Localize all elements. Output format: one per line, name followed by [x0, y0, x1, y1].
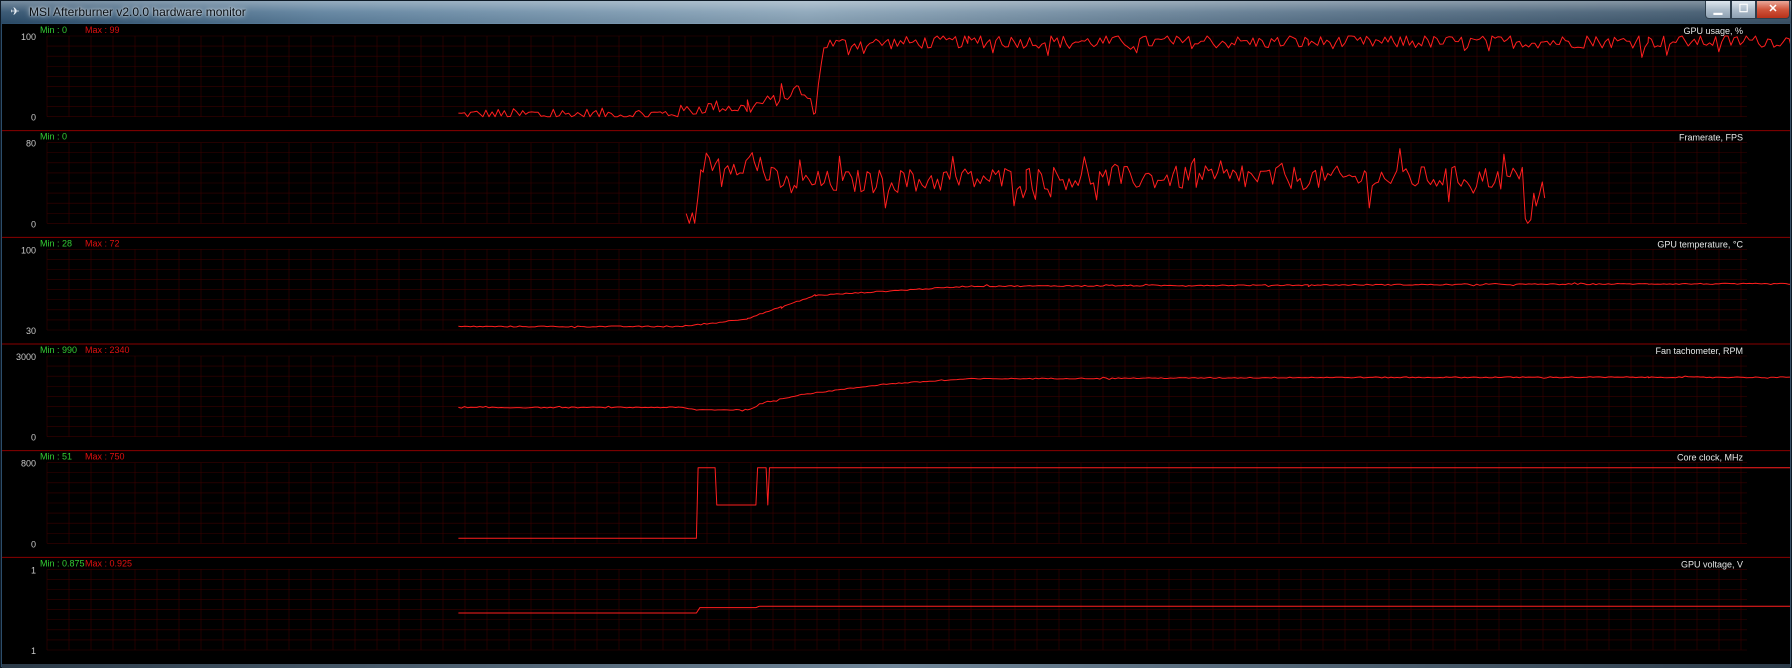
graph-5-max-label: Max : 0.925: [85, 558, 132, 568]
graph-1-y-max-tick: 80: [26, 139, 36, 149]
graph-1-y-min-tick: 0: [31, 219, 36, 229]
graph-3-min-label: Min : 990: [40, 345, 77, 355]
graph-4-y-min-tick: 0: [31, 539, 36, 549]
title-bar[interactable]: ✈ MSI Afterburner v2.0.0 hardware monito…: [1, 1, 1791, 23]
afterburner-window: ✈ MSI Afterburner v2.0.0 hardware monito…: [0, 0, 1792, 668]
graph-5-y-max-tick: 1: [31, 565, 36, 575]
graph-0-max-label: Max : 99: [85, 25, 120, 35]
graph-5-y-min-tick: 1: [31, 646, 36, 656]
close-icon: ✕: [1768, 3, 1778, 15]
graph-1-title: Framerate, FPS: [1679, 133, 1743, 143]
graph-0-title: GPU usage, %: [1683, 26, 1743, 36]
graph-3-y-max-tick: 3000: [16, 352, 36, 362]
graph-5-min-label: Min : 0.875: [40, 558, 85, 568]
graph-4-y-max-tick: 800: [21, 459, 36, 469]
window-title: MSI Afterburner v2.0.0 hardware monitor: [29, 5, 246, 19]
graph-2-min-label: Min : 28: [40, 238, 72, 248]
hardware-monitor-panel[interactable]: Min : 0Max : 991000GPU usage, %0Min : 08…: [2, 24, 1790, 664]
graph-0-y-min-tick: 0: [31, 113, 36, 123]
minimize-button[interactable]: ▁: [1705, 1, 1731, 19]
graph-4-title: Core clock, MHz: [1677, 453, 1744, 463]
maximize-icon: ☐: [1738, 3, 1749, 15]
afterburner-app-icon: ✈: [10, 6, 20, 18]
graph-3-title: Fan tachometer, RPM: [1655, 346, 1743, 356]
graph-2-title: GPU temperature, °C: [1657, 239, 1743, 249]
graph-2-y-max-tick: 100: [21, 245, 36, 255]
close-button[interactable]: ✕: [1756, 1, 1790, 19]
graph-4-min-label: Min : 51: [40, 452, 72, 462]
graph-1-min-label: Min : 0: [40, 132, 67, 142]
maximize-button[interactable]: ☐: [1731, 1, 1756, 19]
graph-2-y-min-tick: 30: [26, 326, 36, 336]
graph-2-max-label: Max : 72: [85, 238, 120, 248]
monitor-graphs: Min : 0Max : 991000GPU usage, %0Min : 08…: [2, 24, 1790, 664]
window-bottom-edge: [2, 664, 1790, 668]
graph-5-title: GPU voltage, V: [1681, 559, 1743, 569]
graph-4-max-label: Max : 750: [85, 452, 125, 462]
graph-0-y-max-tick: 100: [21, 32, 36, 42]
graph-3-max-label: Max : 2340: [85, 345, 130, 355]
graph-3-y-min-tick: 0: [31, 433, 36, 443]
minimize-icon: ▁: [1713, 3, 1723, 15]
graph-0-min-label: Min : 0: [40, 25, 67, 35]
